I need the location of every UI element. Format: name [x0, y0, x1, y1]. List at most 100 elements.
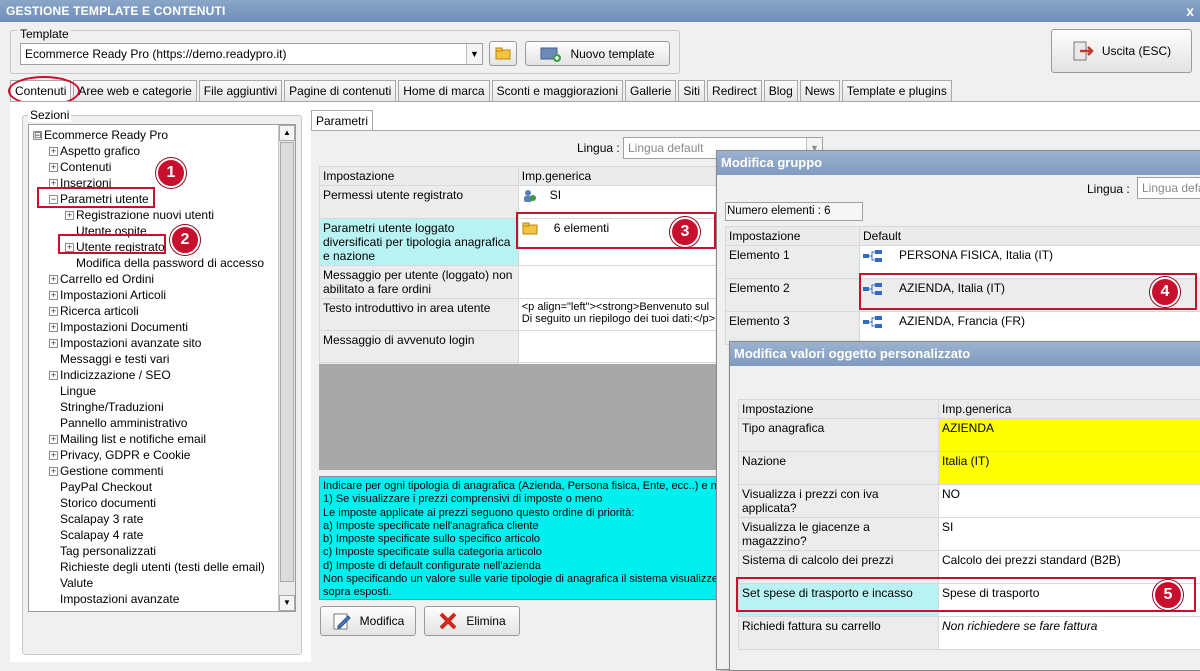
tree-scrollbar[interactable]: ▲ ▼ [278, 125, 295, 611]
tab-home-marca[interactable]: Home di marca [398, 80, 489, 101]
tree-node[interactable]: +Indicizzazione / SEO [49, 368, 171, 382]
delete-button[interactable]: Elimina [424, 606, 520, 636]
utente-registrato-highlight [58, 234, 166, 254]
tree-node-label: Ecommerce Ready Pro [44, 128, 168, 142]
tree-node[interactable]: +Impostazioni Articoli [49, 288, 166, 302]
tab-redirect[interactable]: Redirect [707, 80, 762, 101]
tree-node[interactable]: Valute [49, 576, 93, 590]
params-row-key: Testo introduttivo in area utente [320, 299, 519, 331]
tree-node[interactable]: Lingue [49, 384, 96, 398]
tree-node[interactable]: Impostazioni avanzate [49, 592, 179, 606]
params-row-key: Permessi utente registrato [320, 186, 519, 219]
expand-icon[interactable]: + [49, 291, 58, 300]
oggetto-row-value[interactable]: Italia (IT) [939, 452, 1200, 485]
tree-node[interactable]: +Contenuti [49, 160, 111, 174]
tree-node[interactable]: +Aspetto grafico [49, 144, 140, 158]
expand-icon[interactable]: + [49, 435, 58, 444]
oggetto-row-value[interactable]: SI [939, 518, 1200, 551]
tree-node[interactable]: Scalapay 3 rate [49, 512, 143, 526]
expand-icon[interactable]: + [49, 147, 58, 156]
tab-sconti[interactable]: Sconti e maggiorazioni [492, 80, 623, 101]
tree-node[interactable]: +Carrello ed Ordini [49, 272, 154, 286]
gruppo-value-text: PERSONA FISICA, Italia (IT) [899, 248, 1053, 262]
params-value-text: SI [550, 188, 561, 202]
oggetto-row-value[interactable]: AZIENDA [939, 419, 1200, 452]
scroll-up-icon[interactable]: ▲ [279, 125, 295, 141]
tree-node[interactable]: Pannello amministrativo [49, 416, 187, 430]
modify-button[interactable]: Modifica [320, 606, 416, 636]
folder-button[interactable] [489, 41, 517, 66]
tab-file-aggiuntivi[interactable]: File aggiuntivi [199, 80, 282, 101]
tree-node[interactable]: +Mailing list e notifiche email [49, 432, 206, 446]
new-template-button[interactable]: Nuovo template [525, 41, 670, 66]
marker-2: 2 [170, 225, 200, 255]
tree-node[interactable]: Modifica della password di accesso [65, 256, 264, 270]
tree-node-label: Impostazioni avanzate [60, 592, 179, 606]
expand-icon[interactable]: + [49, 275, 58, 284]
exit-label: Uscita (ESC) [1102, 44, 1171, 58]
tree-node-label: Messaggi e testi vari [60, 352, 169, 366]
tree-node-label: PayPal Checkout [60, 480, 152, 494]
params-row-value[interactable]: <p align="left"><strong>Benvenuto sul Di… [518, 299, 718, 331]
tab-siti[interactable]: Siti [678, 80, 705, 101]
params-help-text: Indicare per ogni tipologia di anagrafic… [319, 476, 719, 600]
marker-4: 4 [1150, 277, 1180, 307]
gruppo-row-key: Elemento 2 [726, 279, 860, 312]
tree-node[interactable]: PayPal Checkout [49, 480, 152, 494]
params-table: ImpostazioneImp.generica Permessi utente… [319, 166, 719, 379]
params-row-value[interactable] [518, 266, 718, 299]
tree-node-label: Valute [60, 576, 93, 590]
tree-node[interactable]: ⊟Ecommerce Ready Pro [33, 128, 168, 142]
tree-node[interactable]: Scalapay 4 rate [49, 528, 143, 542]
tree-node[interactable]: +Impostazioni avanzate sito [49, 336, 201, 350]
gruppo-col1: Impostazione [726, 227, 860, 246]
scroll-thumb[interactable] [280, 142, 294, 582]
expand-icon[interactable]: ⊟ [33, 131, 42, 140]
expand-icon[interactable]: + [49, 323, 58, 332]
hierarchy-icon [863, 249, 883, 263]
tree-node[interactable]: +Privacy, GDPR e Cookie [49, 448, 190, 462]
tree-node[interactable]: Messaggi e testi vari [49, 352, 169, 366]
oggetto-row-value[interactable]: Non richiedere se fare fattura [939, 617, 1200, 650]
tree-node-label: Indicizzazione / SEO [60, 368, 171, 382]
tree-node[interactable]: +Registrazione nuovi utenti [65, 208, 214, 222]
tree-node[interactable]: +Ricerca articoli [49, 304, 139, 318]
expand-icon[interactable]: + [49, 371, 58, 380]
close-icon[interactable]: x [1186, 3, 1194, 19]
tab-pagine-contenuti[interactable]: Pagine di contenuti [284, 80, 396, 101]
tab-gallerie[interactable]: Gallerie [625, 80, 676, 101]
tree-node[interactable]: Storico documenti [49, 496, 156, 510]
expand-icon[interactable]: + [49, 467, 58, 476]
expand-icon[interactable]: + [49, 163, 58, 172]
expand-icon[interactable]: + [49, 451, 58, 460]
tab-template-plugins[interactable]: Template e plugins [842, 80, 952, 101]
tab-blog[interactable]: Blog [764, 80, 798, 101]
gruppo-lingua-select[interactable]: Lingua defau [1137, 177, 1200, 199]
oggetto-row-value[interactable]: NO [939, 485, 1200, 518]
params-gray-area [319, 364, 719, 470]
expand-icon[interactable]: + [49, 307, 58, 316]
gruppo-row-value[interactable]: AZIENDA, Francia (FR) [860, 312, 1200, 345]
tree-node[interactable]: Tag personalizzati [49, 544, 156, 558]
tab-aree-web[interactable]: Aree web e categorie [73, 80, 196, 101]
tree-node[interactable]: +Impostazioni Documenti [49, 320, 188, 334]
params-row-value[interactable] [518, 331, 718, 363]
tree-node[interactable]: +Gestione commenti [49, 464, 163, 478]
template-selected: Ecommerce Ready Pro (https://demo.readyp… [25, 47, 286, 61]
tree-node[interactable]: Richieste degli utenti (testi delle emai… [49, 560, 265, 574]
tree-node-label: Modifica della password di accesso [76, 256, 264, 270]
template-select[interactable]: Ecommerce Ready Pro (https://demo.readyp… [20, 43, 483, 65]
parametri-utente-highlight [37, 187, 155, 208]
tree-node[interactable]: Stringhe/Traduzioni [49, 400, 164, 414]
marker-3: 3 [670, 217, 700, 247]
tab-parametri[interactable]: Parametri [311, 110, 373, 131]
params-row-key: Messaggio per utente (loggato) non abili… [320, 266, 519, 299]
scroll-down-icon[interactable]: ▼ [279, 595, 295, 611]
marker-1: 1 [156, 158, 186, 188]
expand-icon[interactable]: + [65, 211, 74, 220]
tab-news[interactable]: News [800, 80, 840, 101]
exit-button[interactable]: Uscita (ESC) [1051, 29, 1192, 73]
chevron-down-icon[interactable]: ▼ [466, 44, 482, 64]
expand-icon[interactable]: + [49, 339, 58, 348]
delete-label: Elimina [466, 614, 505, 628]
